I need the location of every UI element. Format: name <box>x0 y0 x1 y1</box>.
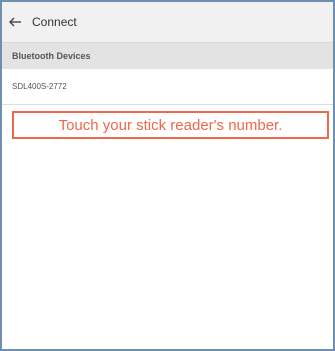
section-header-label: Bluetooth Devices <box>12 51 91 61</box>
instruction-text: Touch your stick reader's number. <box>58 117 283 134</box>
screenshot-frame: Connect Bluetooth Devices SDL400S-2772 T… <box>0 0 335 351</box>
page-title: Connect <box>32 15 77 29</box>
device-list-item[interactable]: SDL400S-2772 <box>2 69 333 105</box>
app-bar: Connect <box>2 2 333 43</box>
back-arrow-icon[interactable] <box>7 14 23 30</box>
device-name: SDL400S-2772 <box>12 82 67 91</box>
instruction-callout: Touch your stick reader's number. <box>12 111 329 139</box>
section-header-bluetooth-devices: Bluetooth Devices <box>2 43 333 69</box>
